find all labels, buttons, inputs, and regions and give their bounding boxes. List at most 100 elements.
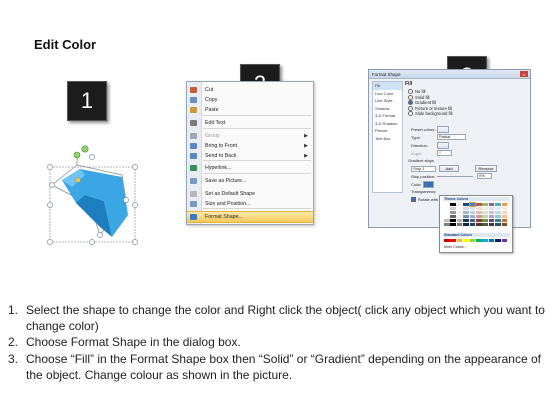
color-swatch[interactable] <box>469 222 476 227</box>
sidebar-item-picture[interactable]: Picture <box>373 127 402 135</box>
color-swatch[interactable] <box>456 218 463 223</box>
direction-dropdown[interactable] <box>437 142 449 149</box>
menu-item-save-as-picture[interactable]: Save as Picture... <box>187 176 313 186</box>
color-swatch[interactable] <box>456 214 463 219</box>
rotate-handle[interactable] <box>73 151 81 159</box>
color-swatch[interactable] <box>450 218 456 223</box>
color-swatch[interactable] <box>450 239 456 243</box>
menu-item-send-to-back[interactable]: Send to Back ▶ <box>187 151 313 161</box>
menu-item-hyperlink[interactable]: Hyperlink... <box>187 163 313 173</box>
color-swatch[interactable] <box>482 222 488 227</box>
color-swatch[interactable] <box>469 210 476 215</box>
menu-item-group[interactable]: Group ▶ <box>187 131 313 141</box>
color-swatch[interactable] <box>463 203 469 207</box>
color-swatch[interactable] <box>444 203 450 207</box>
color-swatch[interactable] <box>463 222 469 227</box>
color-swatch[interactable] <box>475 203 482 207</box>
color-swatch[interactable] <box>463 206 469 211</box>
color-swatch[interactable] <box>482 218 488 223</box>
menu-item-cut[interactable]: Cut <box>187 85 313 95</box>
menu-item-copy[interactable]: Copy <box>187 95 313 105</box>
color-swatch[interactable] <box>469 206 476 211</box>
add-button[interactable]: Add <box>439 165 459 172</box>
radio-button[interactable] <box>408 94 413 100</box>
color-swatch[interactable] <box>501 218 508 223</box>
color-swatch[interactable] <box>450 203 456 207</box>
angle-field[interactable]: 0° <box>437 150 452 156</box>
color-swatch[interactable] <box>450 206 456 211</box>
color-swatch[interactable] <box>444 222 450 227</box>
selected-chevron-shape[interactable] <box>40 145 150 250</box>
type-select[interactable]: Radial <box>437 134 466 140</box>
fill-option[interactable]: Slide background fill <box>408 111 527 117</box>
color-swatch[interactable] <box>475 214 482 219</box>
color-swatch[interactable] <box>501 222 508 227</box>
color-swatch[interactable] <box>450 214 456 219</box>
color-swatch[interactable] <box>501 203 508 207</box>
color-swatch[interactable] <box>475 206 482 211</box>
color-swatch[interactable] <box>469 214 476 219</box>
color-swatch[interactable] <box>475 239 482 243</box>
color-swatch[interactable] <box>469 218 476 223</box>
menu-item-size-and-position[interactable]: Size and Position... <box>187 199 313 209</box>
stop-position-slider[interactable] <box>437 175 473 177</box>
color-swatch[interactable] <box>488 239 495 243</box>
color-swatch[interactable] <box>482 239 488 243</box>
color-swatch[interactable] <box>468 201 477 208</box>
radio-button[interactable] <box>408 89 413 95</box>
color-swatch[interactable] <box>475 222 482 227</box>
more-colors-link[interactable]: More Colors... <box>444 245 467 249</box>
menu-item-paste[interactable]: Paste <box>187 105 313 115</box>
color-swatch[interactable] <box>495 239 501 243</box>
color-swatch[interactable] <box>482 206 488 211</box>
color-swatch[interactable] <box>482 214 488 219</box>
color-swatch[interactable] <box>501 214 508 219</box>
color-swatch[interactable] <box>482 203 488 207</box>
preset-colors-dropdown[interactable] <box>437 126 449 133</box>
color-picker-button[interactable] <box>423 181 434 188</box>
color-swatch[interactable] <box>456 222 463 227</box>
stop-position-field[interactable]: 0% <box>477 173 492 179</box>
color-swatch[interactable] <box>456 210 463 215</box>
color-swatch[interactable] <box>475 210 482 215</box>
color-swatch[interactable] <box>501 239 508 243</box>
stop-select[interactable]: Stop 1 <box>411 165 436 172</box>
color-swatch[interactable] <box>488 218 495 223</box>
menu-item-edit-text[interactable]: Edit Text <box>187 118 313 128</box>
color-swatch[interactable] <box>482 210 488 215</box>
color-swatch[interactable] <box>495 214 501 219</box>
color-swatch[interactable] <box>444 210 450 215</box>
sidebar-item-fill[interactable]: Fill <box>373 82 402 90</box>
color-swatch[interactable] <box>475 218 482 223</box>
color-swatch[interactable] <box>456 239 463 243</box>
color-swatch[interactable] <box>501 210 508 215</box>
color-swatch[interactable] <box>469 239 476 243</box>
color-swatch[interactable] <box>444 239 450 243</box>
sidebar-item-shadow[interactable]: Shadow <box>373 105 402 113</box>
color-swatch[interactable] <box>488 222 495 227</box>
color-swatch[interactable] <box>495 203 501 207</box>
radio-button[interactable] <box>408 105 413 111</box>
sidebar-item-line-style[interactable]: Line Style <box>373 97 402 105</box>
color-swatch[interactable] <box>456 206 463 211</box>
color-swatch[interactable] <box>488 214 495 219</box>
color-swatch[interactable] <box>456 203 463 207</box>
sidebar-item-text-box[interactable]: Text Box <box>373 135 402 143</box>
color-swatch[interactable] <box>463 239 469 243</box>
sidebar-item-line-color[interactable]: Line Color <box>373 90 402 98</box>
color-swatch[interactable] <box>501 206 508 211</box>
menu-item-set-default-shape[interactable]: Set as Default Shape <box>187 189 313 199</box>
color-swatch[interactable] <box>450 222 456 227</box>
color-swatch[interactable] <box>444 218 450 223</box>
color-swatch[interactable] <box>450 210 456 215</box>
color-swatch[interactable] <box>463 218 469 223</box>
color-swatch[interactable] <box>495 218 501 223</box>
color-swatch[interactable] <box>495 210 501 215</box>
remove-button[interactable]: Remove <box>475 165 497 172</box>
menu-item-format-shape[interactable]: Format Shape... <box>187 211 313 223</box>
close-icon[interactable]: x <box>520 71 528 77</box>
radio-button[interactable] <box>408 111 413 117</box>
color-swatch[interactable] <box>488 210 495 215</box>
color-swatch[interactable] <box>488 206 495 211</box>
color-swatch[interactable] <box>444 206 450 211</box>
